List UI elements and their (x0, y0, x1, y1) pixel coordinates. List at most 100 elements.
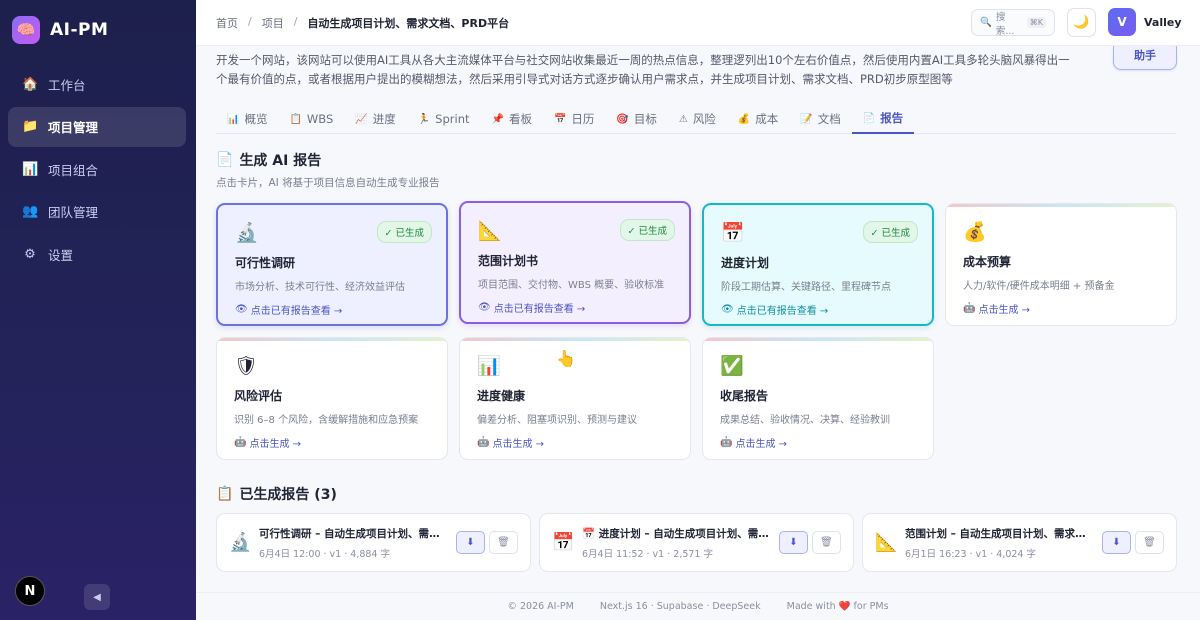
collapse-sidebar-button[interactable]: ◀ (84, 584, 110, 610)
card-title: 风险评估 (234, 389, 283, 403)
project-description: 开发一个网站，该网站可以使用AI工具从各大主流媒体平台与社交网站收集最近一周的热… (216, 53, 1070, 86)
eye-icon: 👁 (478, 302, 491, 313)
theme-toggle-button[interactable]: 🌙 (1067, 8, 1096, 37)
card-action-label: 点击生成 → (978, 305, 1031, 316)
sidebar-item-settings[interactable]: ⚙ 设置 (8, 234, 186, 274)
assistant-button[interactable]: 助手 (1113, 46, 1177, 70)
delete-button[interactable]: 🗑 (489, 531, 518, 554)
report-meta: 6月1日 16:23 · v1 · 4,024 字 (905, 548, 1036, 560)
download-button[interactable]: ⬇ (456, 531, 485, 554)
tab-label: 目标 (633, 112, 657, 126)
generate-report-link[interactable]: 🤖 点击生成 → (234, 435, 430, 450)
report-card-feasibility[interactable]: ✓ 已生成 🔬 可行性调研 市场分析、技术可行性、经济效益评估 👁 点击已有报告查… (216, 203, 448, 326)
report-card-closing[interactable]: ✅ 收尾报告 成果总结、验收情况、决算、经验教训 🤖 点击生成 → (702, 337, 934, 460)
nextjs-badge[interactable]: N (15, 576, 45, 606)
card-description: 识别 6–8 个风险，含缓解措施和应急预案 (234, 415, 419, 426)
list-item[interactable]: 🔬 可行性调研 – 自动生成项目计划、需求文档、PRD平台 6月4日 12:00… (216, 513, 531, 572)
report-card-scope[interactable]: ✓ 已生成 📐 范围计划书 项目范围、交付物、WBS 概要、验收标准 👁 点击已有… (459, 201, 691, 324)
tab-label: 成本 (755, 112, 779, 126)
report-card-budget[interactable]: 💰 成本预算 人力/软件/硬件成本明细 + 预备金 🤖 点击生成 → (945, 203, 1177, 326)
tab-goals[interactable]: 🎯 目标 (605, 104, 667, 134)
footer-stack: Next.js 16 · Supabase · DeepSeek (599, 601, 761, 612)
breadcrumb-home[interactable]: 首页 (216, 15, 238, 31)
tab-risk[interactable]: ⚠ 风险 (668, 104, 727, 134)
breadcrumb-separator: / (248, 15, 252, 28)
generate-report-link[interactable]: 🤖 点击生成 → (720, 435, 916, 450)
tab-docs[interactable]: 📝 文档 (789, 104, 851, 134)
list-item[interactable]: 📅 📅 进度计划 – 自动生成项目计划、需求文档、PRD平台 6月4日 11:5… (539, 513, 854, 572)
generate-report-link[interactable]: 🤖 点击生成 → (477, 435, 673, 450)
card-title: 范围计划书 (478, 254, 539, 268)
search-input[interactable]: 🔍 搜索... ⌘K (971, 9, 1055, 37)
sidebar-item-team[interactable]: 👥 团队管理 (8, 192, 186, 232)
clipboard-icon: 📋 (289, 113, 302, 125)
target-icon: 🎯 (616, 113, 629, 125)
microscope-icon: 🔬 (229, 532, 252, 553)
brand-name: AI-PM (50, 20, 109, 40)
moon-icon: 🌙 (1073, 15, 1090, 30)
tab-reports[interactable]: 📄 报告 (851, 104, 915, 134)
generate-report-link[interactable]: 🤖 点击生成 → (963, 301, 1159, 316)
shield-icon: 🛡 (234, 355, 259, 377)
view-report-link[interactable]: 👁 点击已有报告查看 → (478, 300, 672, 315)
generated-badge: ✓ 已生成 (376, 221, 432, 243)
warning-icon: ⚠ (678, 113, 688, 125)
download-button[interactable]: ⬇ (779, 531, 808, 554)
document-icon: 📄 (216, 152, 234, 168)
robot-icon: 🤖 (477, 437, 490, 448)
search-icon: 🔍 (980, 17, 992, 28)
sidebar-item-projects[interactable]: 📁 项目管理 (8, 106, 186, 147)
tab-wbs[interactable]: 📋 WBS (278, 104, 344, 134)
sidebar-item-workbench[interactable]: 🏠 工作台 (8, 64, 186, 104)
calendar-icon: 📅 (552, 532, 575, 553)
search-shortcut: ⌘K (1026, 17, 1046, 28)
view-report-link[interactable]: 👁 点击已有报告查看 → (235, 302, 429, 317)
clipboard-icon: 📋 (216, 486, 234, 502)
delete-button[interactable]: 🗑 (812, 531, 841, 554)
footer-made-with: Made with ❤️ for PMs (786, 601, 889, 612)
pin-icon: 📌 (491, 113, 504, 125)
card-action-label: 点击生成 → (249, 439, 302, 450)
tab-label: 概览 (244, 112, 268, 126)
pointer-cursor-icon: 👆 (556, 349, 576, 368)
generate-section-title: 📄 生成 AI 报告 (216, 150, 321, 170)
robot-icon: 🤖 (963, 303, 976, 314)
tab-kanban[interactable]: 📌 看板 (481, 104, 543, 134)
tab-overview[interactable]: 📊 概览 (216, 104, 278, 134)
report-name: 📅 进度计划 – 自动生成项目计划、需求文档、PRD平台 (582, 527, 772, 540)
card-description: 市场分析、技术可行性、经济效益评估 (235, 282, 405, 293)
card-action-label: 点击生成 → (492, 439, 545, 450)
sidebar-item-label: 设置 (48, 247, 74, 263)
breadcrumb-projects[interactable]: 项目 (262, 15, 284, 31)
card-description: 成果总结、验收情况、决算、经验教训 (720, 415, 890, 426)
user-menu[interactable]: V Valley (1108, 8, 1182, 36)
tab-progress[interactable]: 📈 进度 (344, 104, 406, 134)
sidebar-item-label: 项目管理 (48, 120, 99, 135)
tab-label: 文档 (817, 112, 841, 126)
view-report-link[interactable]: 👁 点击已有报告查看 → (721, 302, 915, 317)
card-title: 进度健康 (477, 389, 526, 403)
card-action-label: 点击已有报告查看 → (493, 304, 586, 315)
card-description: 阶段工期估算、关键路径、里程碑节点 (721, 282, 891, 293)
footer-copyright: © 2026 AI-PM (507, 601, 574, 612)
tab-calendar[interactable]: 📅 日历 (543, 104, 605, 134)
eye-icon: 👁 (235, 304, 248, 315)
chart-icon: 📊 (227, 113, 240, 125)
tab-cost[interactable]: 💰 成本 (727, 104, 789, 134)
report-info: 可行性调研 – 自动生成项目计划、需求文档、PRD平台 6月4日 12:00 ·… (259, 526, 456, 560)
tab-sprint[interactable]: 🏃 Sprint (407, 104, 481, 134)
report-info: 📅 进度计划 – 自动生成项目计划、需求文档、PRD平台 6月4日 11:52 … (582, 526, 779, 560)
generate-section-subtitle: 点击卡片，AI 将基于项目信息自动生成专业报告 (216, 177, 440, 189)
sidebar-item-portfolio[interactable]: 📊 项目组合 (8, 149, 186, 189)
report-name: 可行性调研 – 自动生成项目计划、需求文档、PRD平台 (259, 527, 449, 540)
generated-badge: ✓ 已生成 (862, 221, 918, 243)
tab-label: 日历 (571, 112, 595, 126)
delete-button[interactable]: 🗑 (1135, 531, 1164, 554)
download-button[interactable]: ⬇ (1102, 531, 1131, 554)
card-description: 人力/软件/硬件成本明细 + 预备金 (963, 281, 1115, 292)
generated-reports-title: 📋 已生成报告 (3) (216, 484, 337, 504)
report-card-schedule[interactable]: ✓ 已生成 📅 进度计划 阶段工期估算、关键路径、里程碑节点 👁 点击已有报告查看… (702, 203, 934, 326)
report-card-risk[interactable]: 🛡 风险评估 识别 6–8 个风险，含缓解措施和应急预案 🤖 点击生成 → (216, 337, 448, 460)
brand[interactable]: 🧠 AI-PM (12, 16, 108, 44)
list-item[interactable]: 📐 范围计划 – 自动生成项目计划、需求文档、PRD平台 6月1日 16:23 … (862, 513, 1177, 572)
